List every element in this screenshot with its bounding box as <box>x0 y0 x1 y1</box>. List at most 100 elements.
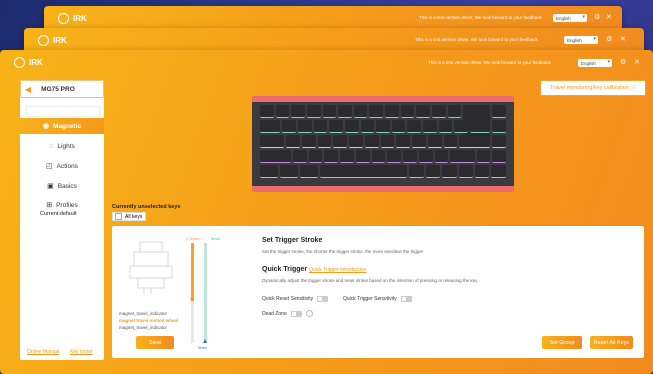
key[interactable] <box>308 150 323 163</box>
key[interactable] <box>333 135 348 148</box>
key[interactable] <box>492 135 506 148</box>
key[interactable] <box>371 150 386 163</box>
language-select[interactable]: English <box>578 59 612 67</box>
key[interactable] <box>423 120 437 133</box>
back-arrow-icon[interactable]: ◀ <box>25 85 31 94</box>
key[interactable] <box>349 135 363 148</box>
settings-icon[interactable]: ⚙ <box>620 58 626 66</box>
key[interactable] <box>427 135 442 148</box>
settings-icon[interactable]: ⚙ <box>606 35 612 43</box>
key[interactable] <box>442 165 457 178</box>
key[interactable] <box>329 120 343 133</box>
key[interactable] <box>260 120 281 133</box>
language-select[interactable]: English <box>564 36 598 44</box>
key[interactable] <box>260 150 291 163</box>
close-icon[interactable]: ✕ <box>606 13 612 21</box>
key[interactable] <box>301 135 316 148</box>
key[interactable] <box>376 120 390 133</box>
dead-zone-toggle[interactable] <box>290 310 302 317</box>
key[interactable] <box>458 165 474 178</box>
key[interactable] <box>364 135 379 148</box>
key[interactable] <box>438 120 453 133</box>
key[interactable] <box>355 150 370 163</box>
key[interactable] <box>403 150 417 163</box>
settings-icon[interactable]: ⚙ <box>594 13 600 21</box>
key[interactable] <box>306 105 321 118</box>
info-icon[interactable] <box>305 310 313 317</box>
reset-travel-slider[interactable] <box>204 243 207 343</box>
key[interactable] <box>380 135 395 148</box>
key[interactable] <box>447 105 462 118</box>
key[interactable] <box>454 120 468 133</box>
quick-trigger-sens-toggle[interactable] <box>400 296 412 302</box>
reset-marker-icon[interactable] <box>203 339 207 343</box>
set-group-button[interactable]: Set Group <box>542 336 582 349</box>
key[interactable] <box>344 120 359 133</box>
nav-basics[interactable]: ▣ Basics <box>20 178 104 194</box>
key[interactable] <box>391 120 406 133</box>
key[interactable] <box>476 150 491 163</box>
key[interactable] <box>396 135 411 148</box>
spacebar-key[interactable] <box>320 165 408 178</box>
key[interactable] <box>469 120 491 133</box>
close-icon[interactable]: ✕ <box>634 58 640 66</box>
key[interactable] <box>387 150 402 163</box>
key[interactable] <box>416 105 430 118</box>
nav-actions[interactable]: ◰ Actions <box>20 158 104 174</box>
key[interactable] <box>431 105 446 118</box>
key[interactable] <box>292 150 307 163</box>
key[interactable] <box>385 105 399 118</box>
key[interactable] <box>340 150 354 163</box>
key[interactable] <box>434 150 449 163</box>
key[interactable] <box>324 150 339 163</box>
key[interactable] <box>409 165 424 178</box>
nav-magnetic[interactable]: ◉ Magnetic <box>20 118 104 134</box>
key[interactable] <box>412 135 426 148</box>
quick-reset-toggle[interactable] <box>317 296 329 302</box>
close-icon[interactable]: ✕ <box>620 35 626 43</box>
key[interactable] <box>291 105 305 118</box>
key[interactable] <box>418 150 433 163</box>
key-tester-link[interactable]: Key tester <box>70 349 93 355</box>
key[interactable] <box>492 120 506 133</box>
key[interactable] <box>443 135 458 148</box>
key[interactable] <box>317 135 332 148</box>
switch-illustration <box>129 241 173 294</box>
key[interactable] <box>260 165 279 178</box>
trigger-marker-icon[interactable] <box>190 298 194 302</box>
quick-trigger-intro-link[interactable]: Quick Trigger Introduction <box>309 267 366 273</box>
reset-all-keys-button[interactable]: Reset All Keys <box>590 336 633 349</box>
key[interactable] <box>400 105 415 118</box>
key[interactable] <box>298 120 312 133</box>
key[interactable] <box>286 135 300 148</box>
key[interactable] <box>450 150 475 163</box>
key[interactable] <box>275 105 290 118</box>
key[interactable] <box>425 165 441 178</box>
key[interactable] <box>280 165 299 178</box>
search-input[interactable] <box>26 106 100 117</box>
key[interactable] <box>459 135 491 148</box>
language-select[interactable]: English <box>553 14 587 22</box>
key[interactable] <box>260 105 274 118</box>
save-button[interactable]: Save <box>136 336 174 349</box>
device-selector[interactable]: ◀ MG75 PRO <box>20 80 104 98</box>
key[interactable] <box>313 120 328 133</box>
key[interactable] <box>353 105 368 118</box>
travel-calibration-button[interactable]: Travel monitoring/key calibration ⓘ <box>540 80 646 96</box>
all-keys-checkbox[interactable]: All keys <box>112 212 146 221</box>
key[interactable] <box>475 165 490 178</box>
key[interactable] <box>282 120 297 133</box>
key[interactable] <box>407 120 422 133</box>
key[interactable] <box>369 105 383 118</box>
key[interactable] <box>338 105 352 118</box>
key[interactable] <box>491 165 506 178</box>
nav-lights[interactable]: ◌ Lights <box>20 138 104 154</box>
key[interactable] <box>492 105 506 118</box>
key[interactable] <box>360 120 375 133</box>
key[interactable] <box>260 135 285 148</box>
key[interactable] <box>322 105 337 118</box>
key[interactable] <box>492 150 506 163</box>
online-manual-link[interactable]: Online Manual <box>27 349 59 355</box>
trigger-travel-slider[interactable] <box>191 243 194 343</box>
key[interactable] <box>300 165 319 178</box>
